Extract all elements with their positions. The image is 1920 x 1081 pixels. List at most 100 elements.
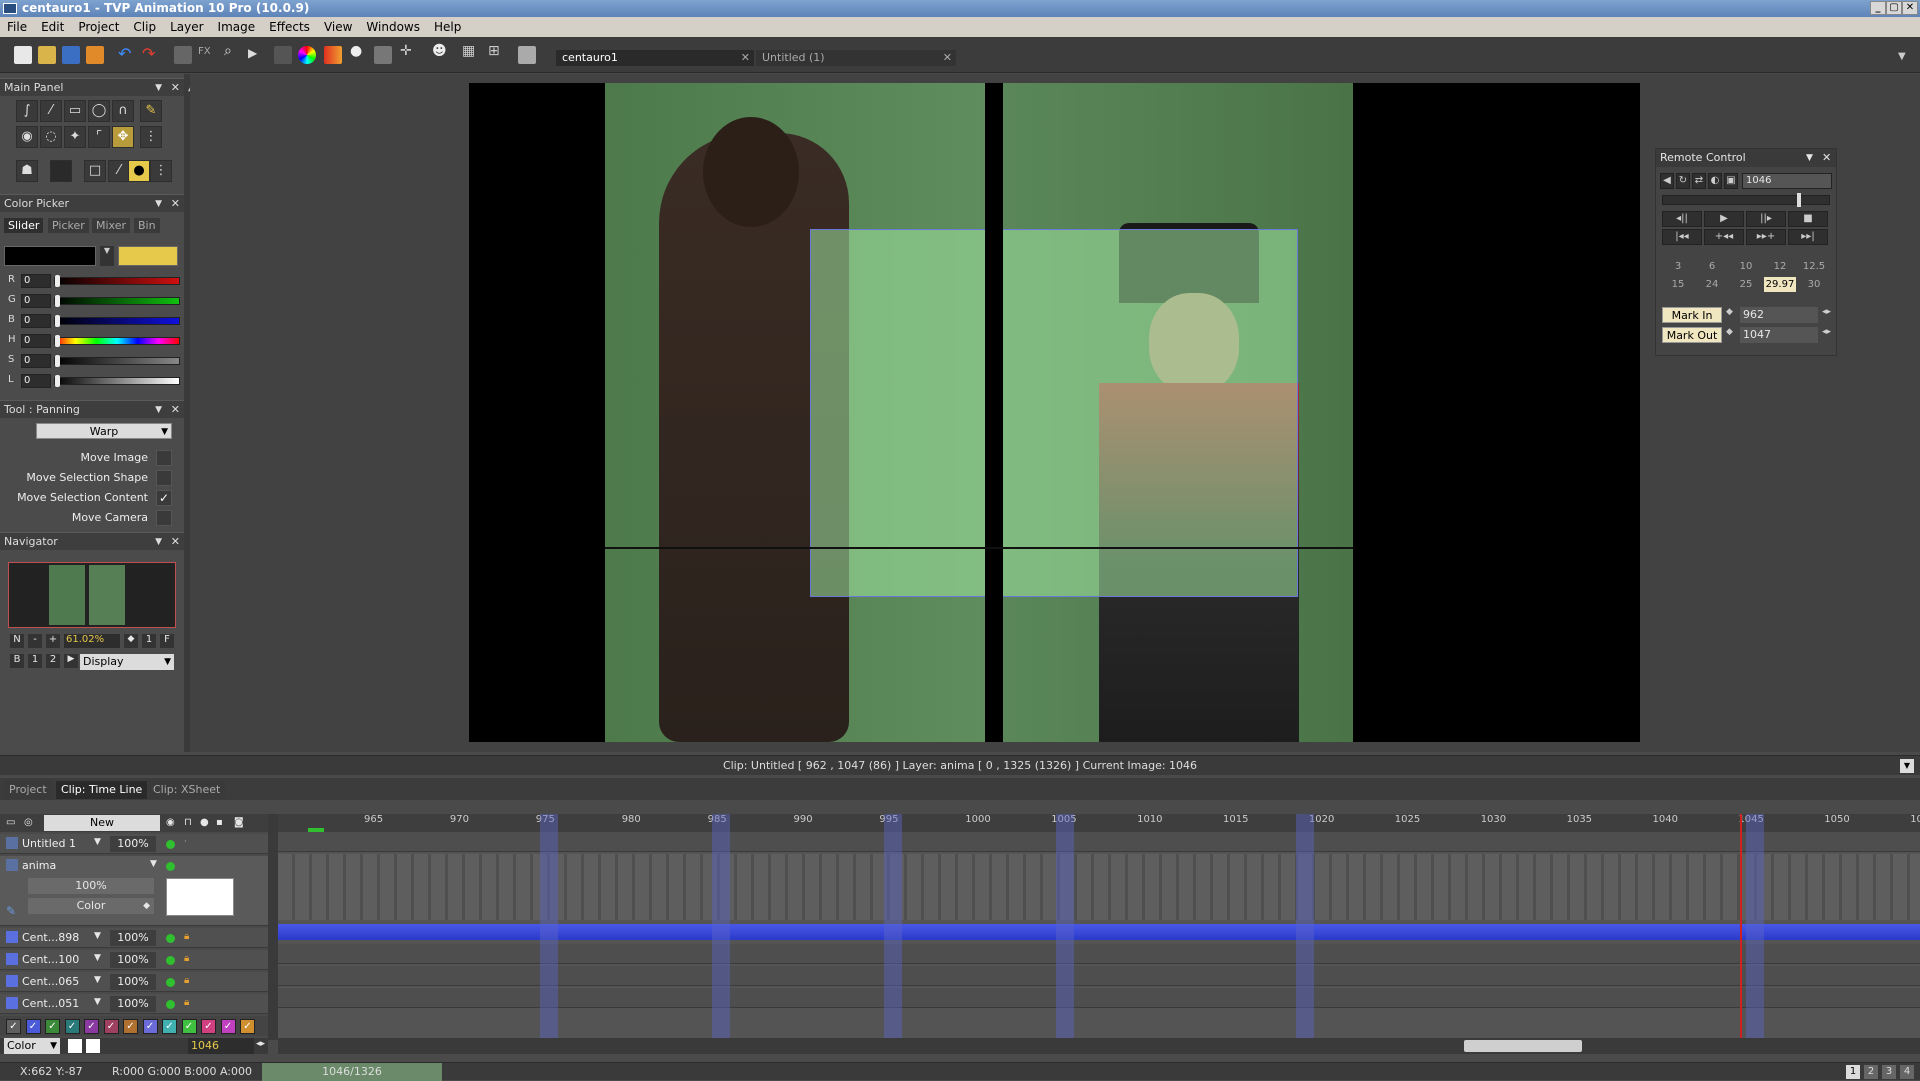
track-cent-051[interactable] bbox=[278, 988, 1920, 1008]
layer-row-untitled[interactable]: Untitled 1 ▼ 100% · bbox=[0, 834, 268, 854]
tab-close-icon[interactable]: ✕ bbox=[943, 50, 952, 66]
swap-colors-icon[interactable]: ▼ bbox=[100, 246, 114, 266]
close-icon[interactable]: ✕ bbox=[171, 401, 180, 419]
slider-bar[interactable] bbox=[54, 355, 180, 367]
menu-image[interactable]: Image bbox=[211, 17, 263, 37]
page-button-4[interactable]: 4 bbox=[1900, 1065, 1914, 1079]
slider-value[interactable]: 0 bbox=[21, 354, 51, 368]
track-cent-898[interactable] bbox=[278, 924, 1920, 940]
frame-icon[interactable]: ▪ bbox=[216, 817, 223, 828]
eye-icon[interactable]: ◉ bbox=[166, 817, 175, 828]
menu-file[interactable]: File bbox=[0, 17, 34, 37]
save-icon[interactable] bbox=[62, 46, 80, 64]
menu-edit[interactable]: Edit bbox=[34, 17, 71, 37]
visibility-dot[interactable] bbox=[166, 956, 175, 965]
redo-icon[interactable]: ↷ bbox=[142, 44, 160, 63]
fps-option[interactable]: 3 bbox=[1662, 259, 1694, 274]
fps-option[interactable]: 30 bbox=[1798, 277, 1830, 292]
white-box-icon[interactable]: □ bbox=[84, 160, 106, 182]
minimize-button[interactable]: _ bbox=[1870, 1, 1886, 15]
visibility-dot[interactable] bbox=[166, 1000, 175, 1009]
close-project-icon[interactable] bbox=[86, 46, 104, 64]
tab-picker[interactable]: Picker bbox=[48, 218, 89, 233]
canvas[interactable] bbox=[469, 83, 1640, 742]
slider-value[interactable]: 0 bbox=[21, 314, 51, 328]
color-filter-checkbox[interactable]: ✓ bbox=[201, 1019, 216, 1034]
color-filter-checkbox[interactable]: ✓ bbox=[25, 1019, 41, 1034]
tab-centauro1[interactable]: centauro1 ✕ bbox=[556, 50, 754, 66]
more-tools-icon[interactable]: ⋮ bbox=[140, 126, 162, 148]
close-button[interactable]: ✕ bbox=[1902, 1, 1918, 15]
color-filter-checkbox[interactable]: ✓ bbox=[6, 1019, 21, 1034]
new-file-icon[interactable] bbox=[14, 46, 32, 64]
chevron-right-icon[interactable]: ◂▸ bbox=[1822, 327, 1832, 337]
tab-xsheet[interactable]: Clip: XSheet bbox=[148, 781, 226, 799]
frames-area[interactable] bbox=[278, 814, 1920, 1040]
light-bulb-icon[interactable]: ● bbox=[350, 43, 368, 61]
selection-rectangle[interactable] bbox=[810, 229, 1298, 597]
anima-opacity-field[interactable]: 100% bbox=[28, 878, 154, 894]
loop-icon[interactable]: ↻ bbox=[1676, 173, 1690, 189]
layer-row-cent-100[interactable]: Cent...100 ▼ 100% 🔒︎ bbox=[0, 950, 268, 970]
move-selection-shape-checkbox[interactable] bbox=[156, 470, 172, 486]
fps-option[interactable]: 10 bbox=[1730, 259, 1762, 274]
chevron-down-icon[interactable]: ▼ bbox=[155, 401, 162, 419]
go-start-button[interactable]: |◂◂ bbox=[1662, 229, 1702, 245]
fit-icon[interactable]: ◆ bbox=[124, 634, 138, 648]
one-to-one-button[interactable]: 1 bbox=[142, 634, 156, 648]
mode-select[interactable]: Warp ▼ bbox=[36, 423, 172, 439]
display-icon[interactable] bbox=[518, 46, 536, 64]
chevron-down-icon[interactable]: ▼ bbox=[94, 975, 101, 985]
chevron-down-icon[interactable]: ▼ bbox=[1898, 51, 1916, 69]
lock-icon[interactable]: · bbox=[184, 837, 196, 849]
color-filter-checkbox[interactable]: ✓ bbox=[240, 1019, 255, 1034]
color-picker-header[interactable]: Color Picker ▼ ✕ bbox=[0, 194, 184, 212]
color-filter-checkbox[interactable]: ✓ bbox=[45, 1019, 60, 1034]
footer-frame-field[interactable]: 1046 bbox=[188, 1038, 254, 1054]
timeline-hscroll[interactable] bbox=[278, 1038, 1920, 1054]
scrubber-handle[interactable] bbox=[1797, 193, 1801, 207]
open-folder-icon[interactable] bbox=[38, 46, 56, 64]
color-filter-checkbox[interactable]: ✓ bbox=[162, 1019, 177, 1034]
nav-b-button[interactable]: B bbox=[10, 654, 24, 668]
color-filter-checkbox[interactable]: ✓ bbox=[103, 1019, 119, 1034]
frame-icon[interactable] bbox=[374, 46, 392, 64]
page-button-2[interactable]: 2 bbox=[1864, 1065, 1878, 1079]
slider-handle[interactable] bbox=[55, 315, 60, 327]
color-filter-checkbox[interactable]: ✓ bbox=[64, 1019, 80, 1034]
camera-icon[interactable]: ◙ bbox=[234, 817, 244, 828]
menu-windows[interactable]: Windows bbox=[359, 17, 427, 37]
track-untitled[interactable] bbox=[278, 832, 1920, 852]
chevron-down-icon[interactable]: ▼ bbox=[155, 533, 162, 551]
chevron-down-icon[interactable]: ▼ bbox=[94, 997, 101, 1007]
stop-button[interactable]: ■ bbox=[1788, 211, 1828, 227]
frame-field[interactable]: 1046 bbox=[1742, 173, 1832, 189]
slider-bar[interactable] bbox=[54, 335, 180, 347]
blend-mode-select[interactable]: Color ◆ bbox=[28, 898, 154, 914]
grid-tool-icon[interactable] bbox=[174, 46, 192, 64]
select-tool-icon[interactable]: ⌜ bbox=[88, 126, 110, 148]
chevron-right-icon[interactable]: ◂▸ bbox=[256, 1039, 265, 1049]
menu-project[interactable]: Project bbox=[71, 17, 126, 37]
crosshair-icon[interactable]: ✛ bbox=[400, 43, 418, 61]
current-color-swatch[interactable] bbox=[4, 246, 96, 266]
layer-row-cent-065[interactable]: Cent...065 ▼ 100% 🔒︎ bbox=[0, 972, 268, 992]
onion-icon[interactable]: ◐ bbox=[1708, 173, 1722, 189]
zoom-value[interactable]: 61.02% bbox=[64, 634, 120, 648]
frame-scrubber[interactable] bbox=[1662, 193, 1830, 207]
page-button-1[interactable]: 1 bbox=[1846, 1065, 1860, 1079]
nav-1-button[interactable]: 1 bbox=[28, 654, 42, 668]
fps-option[interactable]: 24 bbox=[1696, 277, 1728, 292]
nav-2-button[interactable]: 2 bbox=[46, 654, 60, 668]
maximize-button[interactable]: ▢ bbox=[1886, 1, 1902, 15]
zoom-in-button[interactable]: + bbox=[46, 634, 60, 648]
hscroll-thumb[interactable] bbox=[1464, 1040, 1582, 1052]
zoom-out-button[interactable]: - bbox=[28, 634, 42, 648]
slider-bar[interactable] bbox=[54, 295, 180, 307]
color-filter-checkbox[interactable]: ✓ bbox=[181, 1019, 197, 1034]
menu-effects[interactable]: Effects bbox=[262, 17, 317, 37]
fps-option[interactable]: 6 bbox=[1696, 259, 1728, 274]
timeline-ruler[interactable]: 965 970 975 980 985 990 995 1000 1005 1010 1015 102… bbox=[278, 814, 1920, 832]
color-filter-checkbox[interactable]: ✓ bbox=[142, 1019, 158, 1034]
layer-splitter[interactable] bbox=[268, 814, 278, 1040]
